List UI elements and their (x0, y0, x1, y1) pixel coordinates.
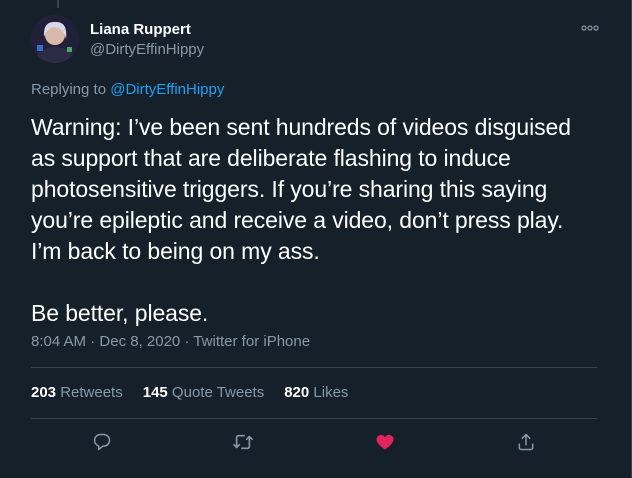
author-handle[interactable]: @DirtyEffinHippy (90, 40, 204, 60)
likes-label: Likes (309, 384, 349, 401)
retweet-icon (233, 434, 254, 450)
action-bar (31, 424, 597, 460)
avatar-image (31, 15, 79, 63)
tweet-time[interactable]: 8:04 AM (31, 333, 86, 350)
more-icon (581, 25, 599, 31)
meta-separator: · (86, 333, 100, 350)
tweet-text-line: Warning: I’ve been sent hundreds of vide… (31, 114, 571, 140)
author-display-name[interactable]: Liana Ruppert (90, 20, 204, 40)
like-button[interactable] (367, 424, 403, 460)
replying-to-prefix: Replying to (31, 81, 111, 98)
quote-tweets-count: 145 (142, 384, 168, 401)
quote-tweets-label: Quote Tweets (167, 384, 265, 401)
meta-separator: · (180, 333, 194, 350)
engagement-stats: 203 Retweets 145 Quote Tweets 820 Likes (31, 383, 348, 403)
tweet-source[interactable]: Twitter for iPhone (193, 333, 310, 350)
replying-to-handle-link[interactable]: @DirtyEffinHippy (110, 81, 224, 98)
thread-connector-line (57, 0, 59, 8)
tweet-text: Warning: I’ve been sent hundreds of vide… (31, 112, 597, 329)
retweets-count: 203 (31, 384, 57, 401)
share-button[interactable] (508, 424, 544, 460)
quote-tweets-stat[interactable]: 145 Quote Tweets (143, 383, 264, 403)
tweet-text-line: I’m back to being on my ass. (31, 238, 320, 264)
retweets-stat[interactable]: 203 Retweets (31, 383, 123, 403)
likes-count: 820 (284, 384, 310, 401)
tweet-metadata: 8:04 AM · Dec 8, 2020 · Twitter for iPho… (31, 332, 310, 352)
reply-button[interactable] (84, 424, 120, 460)
divider-top (31, 367, 597, 368)
retweets-label: Retweets (56, 384, 123, 401)
reply-icon (93, 433, 110, 451)
retweet-button[interactable] (225, 424, 261, 460)
heart-icon (376, 434, 394, 450)
more-options-button[interactable] (580, 20, 600, 36)
tweet-date[interactable]: Dec 8, 2020 (99, 333, 180, 350)
share-icon (518, 433, 534, 451)
likes-stat[interactable]: 820 Likes (284, 383, 348, 403)
avatar[interactable] (31, 15, 79, 63)
divider-bottom (31, 418, 597, 419)
replying-to-line: Replying to @DirtyEffinHippy (31, 80, 224, 100)
tweet-text-line: as support that are deliberate flashing … (31, 145, 511, 171)
tweet-text-line: Be better, please. (31, 300, 209, 326)
tweet-text-line: you’re epileptic and receive a video, do… (31, 207, 564, 233)
tweet-text-line: photosensitive triggers. If you’re shari… (31, 176, 548, 202)
author-block: Liana Ruppert @DirtyEffinHippy (90, 20, 204, 60)
